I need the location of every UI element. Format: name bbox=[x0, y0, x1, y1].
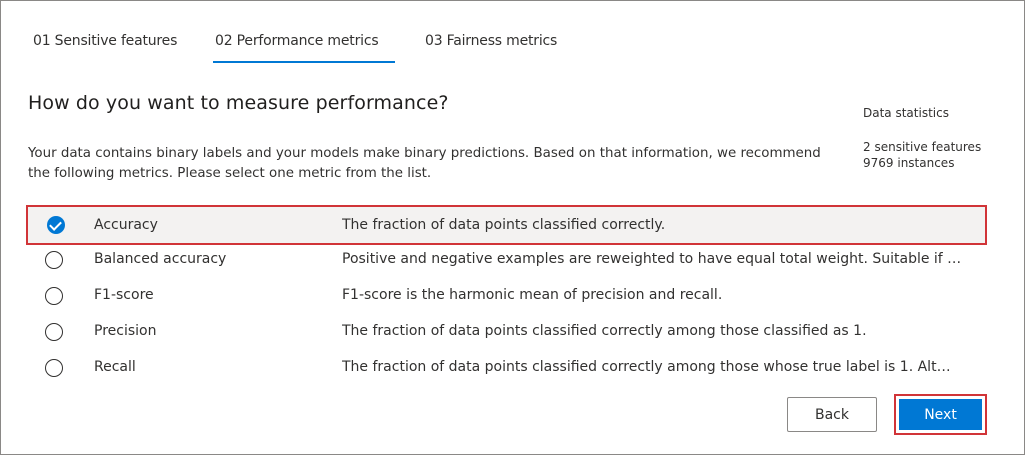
radio-icon[interactable] bbox=[45, 287, 63, 305]
radio-icon[interactable] bbox=[45, 359, 63, 377]
tab-fairness-metrics[interactable]: 03 Fairness metrics bbox=[425, 33, 557, 49]
instructions-text: Your data contains binary labels and you… bbox=[28, 146, 821, 181]
back-button[interactable]: Back bbox=[787, 397, 877, 432]
metric-name: Recall bbox=[94, 359, 136, 375]
metric-description: Positive and negative examples are rewei… bbox=[342, 251, 962, 267]
metric-name: F1-score bbox=[94, 287, 154, 303]
instances-count: 9769 instances bbox=[863, 156, 955, 170]
radio-icon[interactable] bbox=[45, 251, 63, 269]
data-statistics-title: Data statistics bbox=[863, 106, 949, 120]
tab-sensitive-features[interactable]: 01 Sensitive features bbox=[33, 33, 177, 49]
metric-row-recall[interactable]: Recall The fraction of data points class… bbox=[28, 351, 985, 385]
next-button[interactable]: Next bbox=[899, 399, 982, 430]
metric-row-balanced-accuracy[interactable]: Balanced accuracy Positive and negative … bbox=[28, 243, 985, 277]
tab-performance-metrics[interactable]: 02 Performance metrics bbox=[215, 33, 379, 49]
metric-row-precision[interactable]: Precision The fraction of data points cl… bbox=[28, 315, 985, 349]
metric-name: Accuracy bbox=[94, 217, 158, 233]
next-button-highlight: Next bbox=[894, 394, 987, 435]
metric-description: The fraction of data points classified c… bbox=[342, 323, 867, 339]
active-tab-indicator bbox=[213, 61, 395, 63]
metric-description: F1-score is the harmonic mean of precisi… bbox=[342, 287, 723, 303]
page-title: How do you want to measure performance? bbox=[28, 92, 449, 114]
radio-checked-icon[interactable] bbox=[47, 216, 65, 234]
metric-name: Precision bbox=[94, 323, 157, 339]
metric-row-accuracy[interactable]: Accuracy The fraction of data points cla… bbox=[26, 205, 987, 245]
sensitive-features-count: 2 sensitive features bbox=[863, 140, 982, 154]
metric-description: The fraction of data points classified c… bbox=[342, 217, 666, 233]
metric-row-f1-score[interactable]: F1-score F1-score is the harmonic mean o… bbox=[28, 279, 985, 313]
radio-icon[interactable] bbox=[45, 323, 63, 341]
metric-name: Balanced accuracy bbox=[94, 251, 227, 267]
metric-description: The fraction of data points classified c… bbox=[342, 359, 951, 375]
